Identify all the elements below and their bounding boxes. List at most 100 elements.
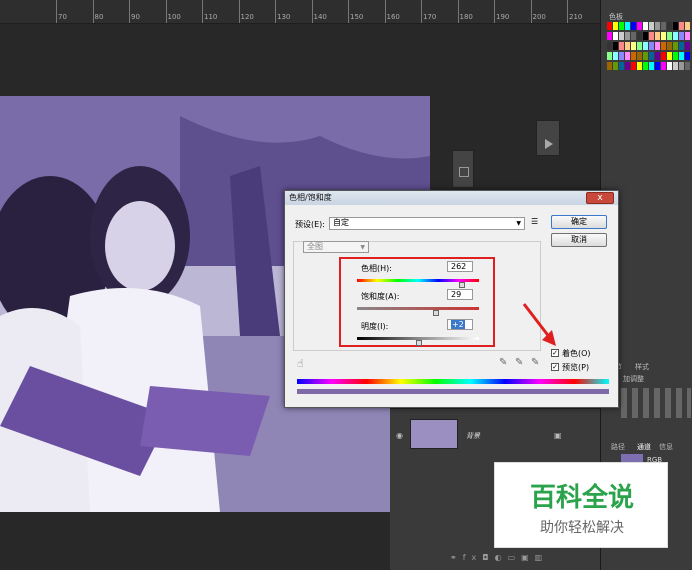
swatch[interactable] <box>607 62 612 70</box>
swatch[interactable] <box>655 62 660 70</box>
tab-channels[interactable]: 通道 <box>637 442 651 452</box>
swatch[interactable] <box>685 22 690 30</box>
swatch[interactable] <box>637 62 642 70</box>
swatch[interactable] <box>679 52 684 60</box>
swatch[interactable] <box>661 52 666 60</box>
swatch[interactable] <box>613 22 618 30</box>
swatch[interactable] <box>607 22 612 30</box>
floating-panel-small[interactable] <box>452 150 474 188</box>
swatch[interactable] <box>619 62 624 70</box>
colorize-checkbox[interactable]: ✓ <box>551 349 559 357</box>
channel-select[interactable]: 全图 ▼ <box>303 241 369 253</box>
swatches-grid[interactable] <box>607 22 691 74</box>
adjustment-icons[interactable] <box>621 388 691 418</box>
hue-input[interactable]: 262 <box>447 261 473 272</box>
swatch[interactable] <box>667 52 672 60</box>
swatch[interactable] <box>655 42 660 50</box>
swatch[interactable] <box>631 22 636 30</box>
swatch[interactable] <box>679 22 684 30</box>
swatch[interactable] <box>625 42 630 50</box>
swatch[interactable] <box>649 52 654 60</box>
swatch[interactable] <box>613 32 618 40</box>
swatch[interactable] <box>625 22 630 30</box>
swatch[interactable] <box>655 22 660 30</box>
saturation-input[interactable]: 29 <box>447 289 473 300</box>
preset-select[interactable]: 自定 ▼ <box>329 217 525 230</box>
swatch[interactable] <box>685 32 690 40</box>
swatch[interactable] <box>631 62 636 70</box>
lightness-input[interactable]: +2 <box>447 319 473 330</box>
close-button[interactable]: x <box>586 192 614 204</box>
swatch[interactable] <box>673 32 678 40</box>
swatch[interactable] <box>619 22 624 30</box>
swatch[interactable] <box>667 32 672 40</box>
swatch[interactable] <box>649 32 654 40</box>
visibility-eye-icon[interactable]: ◉ <box>396 431 403 440</box>
swatch[interactable] <box>607 52 612 60</box>
swatch[interactable] <box>631 52 636 60</box>
swatch[interactable] <box>637 42 642 50</box>
panel-icon[interactable] <box>459 167 469 177</box>
swatch[interactable] <box>685 52 690 60</box>
swatch[interactable] <box>619 52 624 60</box>
swatch[interactable] <box>637 52 642 60</box>
eyedropper-add-icon[interactable]: ✎ <box>515 357 523 368</box>
swatch[interactable] <box>673 62 678 70</box>
swatch[interactable] <box>613 42 618 50</box>
swatch[interactable] <box>625 62 630 70</box>
swatch[interactable] <box>667 62 672 70</box>
swatch[interactable] <box>667 42 672 50</box>
swatch[interactable] <box>613 52 618 60</box>
swatch[interactable] <box>655 52 660 60</box>
floating-panel-play[interactable] <box>536 120 560 156</box>
swatch[interactable] <box>679 32 684 40</box>
swatch[interactable] <box>631 42 636 50</box>
swatch[interactable] <box>643 42 648 50</box>
swatch[interactable] <box>637 32 642 40</box>
swatch[interactable] <box>649 42 654 50</box>
swatch[interactable] <box>619 32 624 40</box>
swatch[interactable] <box>661 32 666 40</box>
swatch[interactable] <box>643 22 648 30</box>
swatch[interactable] <box>625 32 630 40</box>
saturation-slider[interactable] <box>357 307 479 310</box>
swatch[interactable] <box>667 22 672 30</box>
saturation-slider-thumb[interactable] <box>432 310 439 316</box>
play-icon[interactable] <box>545 139 553 149</box>
swatch[interactable] <box>607 32 612 40</box>
swatch[interactable] <box>631 32 636 40</box>
swatch[interactable] <box>685 42 690 50</box>
swatch[interactable] <box>649 62 654 70</box>
swatch[interactable] <box>643 32 648 40</box>
layer-bottom-icons[interactable]: ⚭fx◘◐▭▣▥ <box>450 553 548 562</box>
preset-options-icon[interactable]: ☰ <box>531 217 538 226</box>
swatch[interactable] <box>613 62 618 70</box>
swatch[interactable] <box>607 42 612 50</box>
lightness-slider-thumb[interactable] <box>416 340 423 346</box>
swatch[interactable] <box>679 62 684 70</box>
hand-adjust-icon[interactable]: ☝ <box>297 357 304 370</box>
swatch[interactable] <box>643 62 648 70</box>
swatch[interactable] <box>661 42 666 50</box>
swatch[interactable] <box>649 22 654 30</box>
swatch[interactable] <box>673 42 678 50</box>
tab-paths[interactable]: 路径 <box>611 442 625 452</box>
swatch[interactable] <box>619 42 624 50</box>
swatch[interactable] <box>643 52 648 60</box>
layer-name[interactable]: 背景 <box>466 431 480 441</box>
tab-info[interactable]: 信息 <box>659 442 673 452</box>
swatch[interactable] <box>661 62 666 70</box>
swatch[interactable] <box>685 62 690 70</box>
swatch[interactable] <box>655 32 660 40</box>
swatch[interactable] <box>673 52 678 60</box>
eyedropper-icon[interactable]: ✎ <box>499 357 507 368</box>
layer-thumbnail[interactable] <box>410 419 458 449</box>
cancel-button[interactable]: 取消 <box>551 233 607 247</box>
styles-tab[interactable]: 样式 <box>635 362 649 372</box>
swatch[interactable] <box>625 52 630 60</box>
eyedropper-subtract-icon[interactable]: ✎ <box>531 357 539 368</box>
swatch[interactable] <box>673 22 678 30</box>
swatch[interactable] <box>661 22 666 30</box>
swatch[interactable] <box>679 42 684 50</box>
hue-slider-thumb[interactable] <box>459 282 466 288</box>
